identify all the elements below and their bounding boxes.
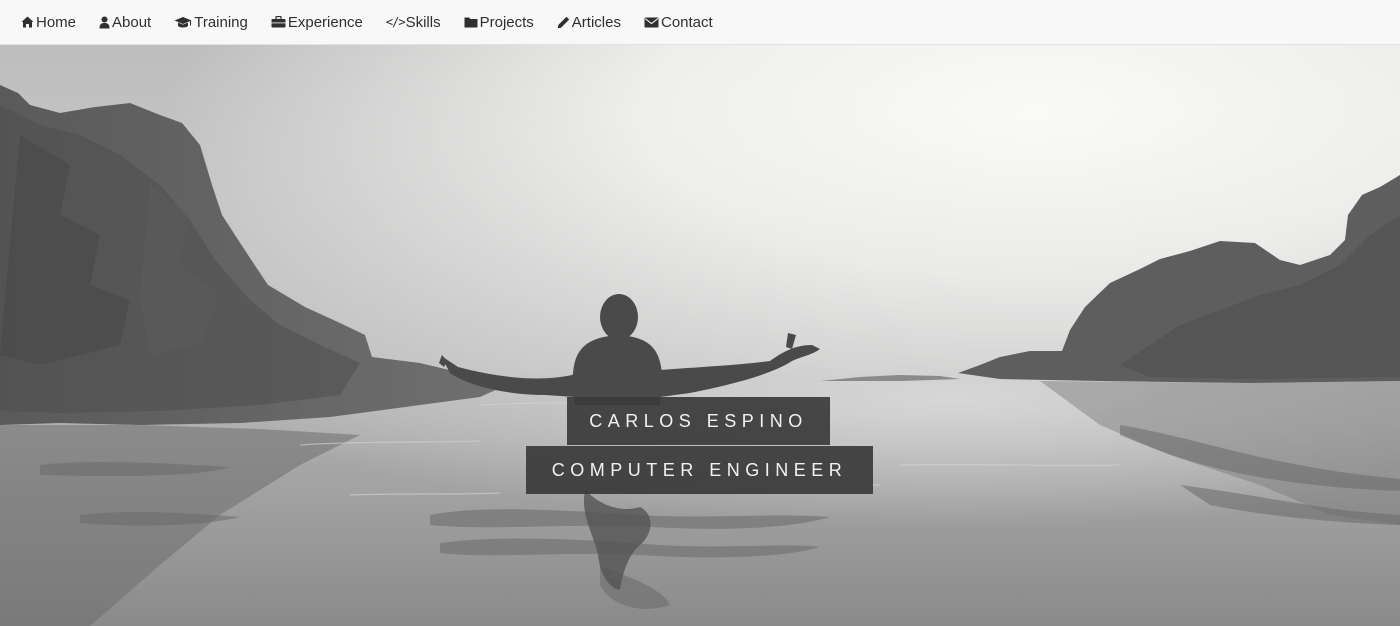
nav-skills-label: Skills — [405, 13, 441, 31]
code-icon: </> — [385, 15, 406, 29]
nav-articles-label: Articles — [571, 13, 621, 31]
nav-training[interactable]: Training — [174, 14, 248, 31]
folder-icon — [464, 17, 478, 28]
nav-articles[interactable]: Articles — [557, 14, 621, 31]
nav-experience[interactable]: Experience — [271, 14, 363, 31]
nav-about[interactable]: About — [99, 14, 151, 31]
nav-contact[interactable]: Contact — [644, 14, 713, 31]
nav-about-label: About — [112, 13, 152, 31]
nav-home-label: Home — [36, 13, 77, 31]
user-icon — [99, 16, 110, 28]
graduation-cap-icon — [174, 16, 192, 27]
home-icon — [21, 16, 34, 28]
nav-home[interactable]: Home — [21, 14, 76, 31]
nav-skills[interactable]: </> Skills — [386, 14, 441, 31]
nav-contact-label: Contact — [660, 13, 713, 31]
nav-experience-label: Experience — [287, 13, 363, 31]
hero-section: CARLOS ESPINO COMPUTER ENGINEER — [0, 45, 1400, 626]
hero-name: CARLOS ESPINO — [567, 397, 830, 445]
hero-title: COMPUTER ENGINEER — [526, 446, 873, 494]
briefcase-icon — [271, 16, 286, 28]
envelope-icon — [644, 17, 659, 27]
nav-projects[interactable]: Projects — [464, 14, 534, 31]
hero-text-overlay: CARLOS ESPINO COMPUTER ENGINEER — [0, 45, 1400, 626]
pencil-icon — [557, 16, 569, 28]
top-navbar: Home About Training Experience </> Skill… — [0, 0, 1400, 45]
nav-training-label: Training — [194, 13, 248, 31]
nav-projects-label: Projects — [479, 13, 534, 31]
